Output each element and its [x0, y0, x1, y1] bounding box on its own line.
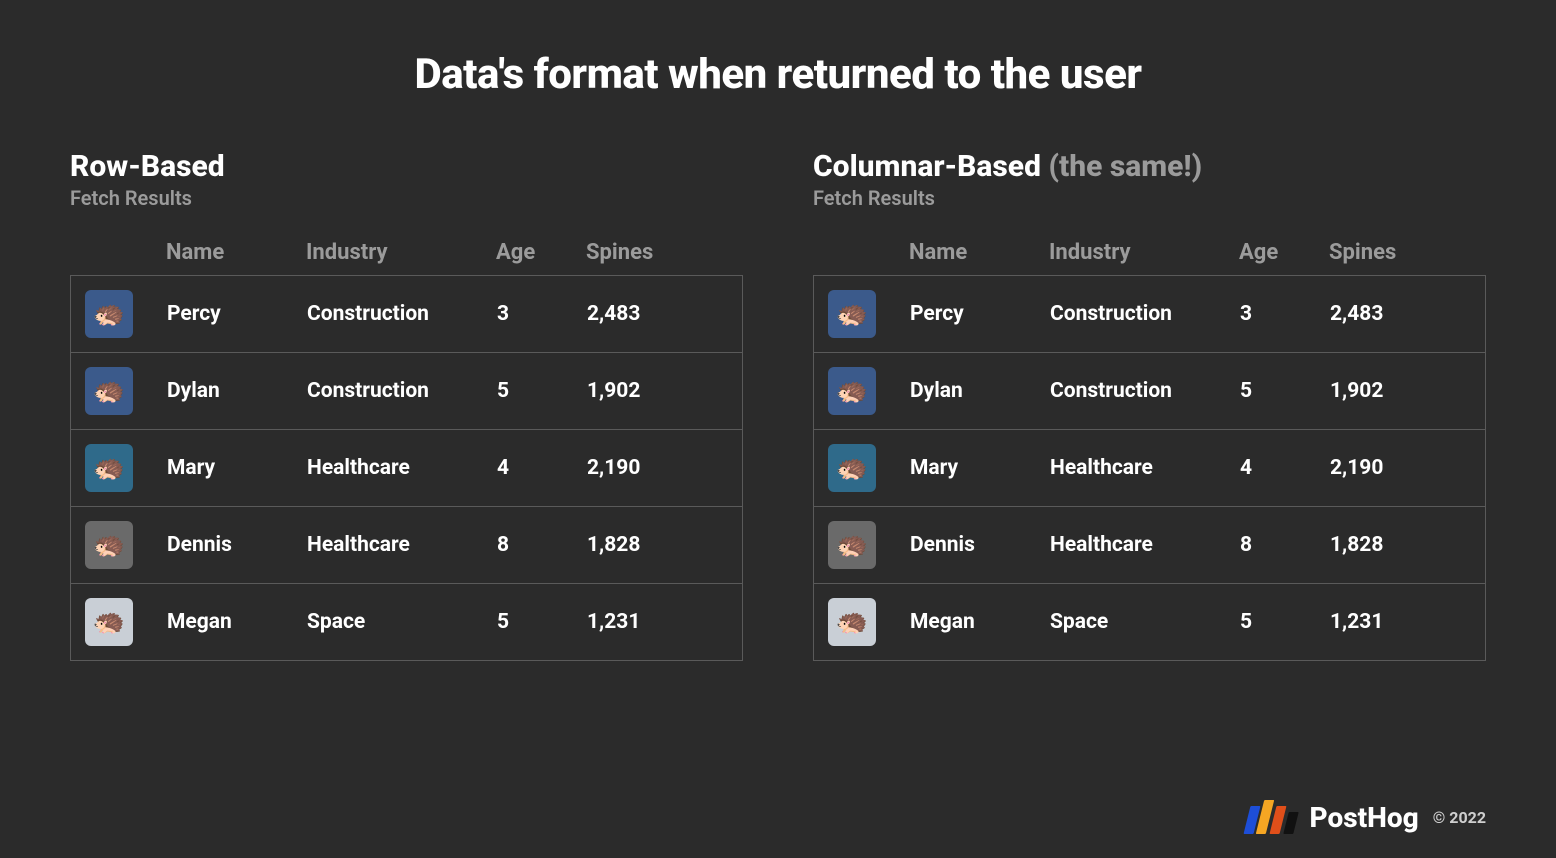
avatar-icon: 🦔	[828, 290, 876, 338]
cell-spines: 1,828	[1330, 533, 1471, 557]
cell-age: 5	[497, 379, 587, 403]
table-row: 🦔 DylanConstruction51,902	[71, 352, 742, 429]
cell-industry: Construction	[1050, 302, 1240, 326]
same-note: (the same!)	[1048, 149, 1202, 184]
col-age: Age	[496, 240, 586, 265]
table-body-left: 🦔PercyConstruction32,483🦔DylanConstructi…	[70, 275, 743, 661]
col-industry: Industry	[306, 240, 496, 265]
cell-name: Mary	[910, 456, 1050, 480]
avatar-icon: 🦔	[828, 444, 876, 492]
cell-spines: 2,190	[1330, 456, 1471, 480]
cell-name: Dennis	[167, 533, 307, 557]
avatar-icon: 🦔	[85, 521, 133, 569]
cell-spines: 1,231	[587, 610, 728, 634]
cell-name: Mary	[167, 456, 307, 480]
cell-age: 4	[497, 456, 587, 480]
table-row: 🦔 DennisHealthcare81,828	[71, 506, 742, 583]
row-based-subheading: Fetch Results	[70, 186, 743, 210]
columnar-based-panel: Columnar-Based (the same!) Fetch Results…	[813, 149, 1486, 661]
cell-industry: Construction	[307, 379, 497, 403]
cell-industry: Healthcare	[1050, 533, 1240, 557]
col-name: Name	[166, 240, 306, 265]
cell-name: Megan	[167, 610, 307, 634]
cell-age: 5	[1240, 610, 1330, 634]
avatar-icon: 🦔	[85, 444, 133, 492]
cell-spines: 1,902	[587, 379, 728, 403]
cell-industry: Healthcare	[1050, 456, 1240, 480]
table-row: 🦔 MeganSpace51,231	[814, 583, 1485, 660]
cell-industry: Space	[307, 610, 497, 634]
copyright: © 2022	[1433, 808, 1486, 827]
table-row: 🦔 PercyConstruction32,483	[814, 276, 1485, 352]
cell-spines: 1,902	[1330, 379, 1471, 403]
cell-name: Dylan	[167, 379, 307, 403]
col-age: Age	[1239, 240, 1329, 265]
cell-name: Megan	[910, 610, 1050, 634]
cell-industry: Space	[1050, 610, 1240, 634]
cell-age: 5	[497, 610, 587, 634]
table-header: Name Industry Age Spines	[813, 240, 1486, 275]
cell-spines: 2,483	[587, 302, 728, 326]
col-spines: Spines	[1329, 240, 1472, 265]
row-based-panel: Row-Based Fetch Results Name Industry Ag…	[70, 149, 743, 661]
cell-industry: Healthcare	[307, 533, 497, 557]
footer: PostHog © 2022	[1247, 800, 1487, 834]
avatar-icon: 🦔	[828, 521, 876, 569]
table-row: 🦔 DennisHealthcare81,828	[814, 506, 1485, 583]
cell-age: 3	[1240, 302, 1330, 326]
cell-industry: Construction	[307, 302, 497, 326]
posthog-logo-text: PostHog	[1310, 801, 1419, 834]
avatar-icon: 🦔	[85, 290, 133, 338]
cell-age: 5	[1240, 379, 1330, 403]
avatar-icon: 🦔	[85, 598, 133, 646]
cell-industry: Construction	[1050, 379, 1240, 403]
table-header: Name Industry Age Spines	[70, 240, 743, 275]
cell-spines: 1,231	[1330, 610, 1471, 634]
row-based-heading: Row-Based	[70, 149, 743, 184]
cell-age: 8	[497, 533, 587, 557]
cell-name: Dennis	[910, 533, 1050, 557]
columnar-based-subheading: Fetch Results	[813, 186, 1486, 210]
avatar-icon: 🦔	[85, 367, 133, 415]
cell-spines: 2,190	[587, 456, 728, 480]
cell-spines: 2,483	[1330, 302, 1471, 326]
cell-age: 8	[1240, 533, 1330, 557]
panels: Row-Based Fetch Results Name Industry Ag…	[70, 149, 1486, 661]
posthog-logo-icon	[1247, 800, 1296, 834]
table-row: 🦔 MaryHealthcare42,190	[71, 429, 742, 506]
cell-age: 4	[1240, 456, 1330, 480]
table-row: 🦔 PercyConstruction32,483	[71, 276, 742, 352]
col-name: Name	[909, 240, 1049, 265]
columnar-based-heading: Columnar-Based (the same!)	[813, 149, 1486, 184]
col-industry: Industry	[1049, 240, 1239, 265]
cell-name: Dylan	[910, 379, 1050, 403]
cell-name: Percy	[910, 302, 1050, 326]
row-based-table: Name Industry Age Spines 🦔PercyConstruct…	[70, 240, 743, 661]
cell-age: 3	[497, 302, 587, 326]
page-title: Data's format when returned to the user	[70, 50, 1486, 99]
table-body-right: 🦔PercyConstruction32,483🦔DylanConstructi…	[813, 275, 1486, 661]
avatar-icon: 🦔	[828, 367, 876, 415]
table-row: 🦔 MeganSpace51,231	[71, 583, 742, 660]
table-row: 🦔 MaryHealthcare42,190	[814, 429, 1485, 506]
cell-spines: 1,828	[587, 533, 728, 557]
table-row: 🦔 DylanConstruction51,902	[814, 352, 1485, 429]
cell-industry: Healthcare	[307, 456, 497, 480]
cell-name: Percy	[167, 302, 307, 326]
columnar-based-table: Name Industry Age Spines 🦔PercyConstruct…	[813, 240, 1486, 661]
col-spines: Spines	[586, 240, 729, 265]
avatar-icon: 🦔	[828, 598, 876, 646]
